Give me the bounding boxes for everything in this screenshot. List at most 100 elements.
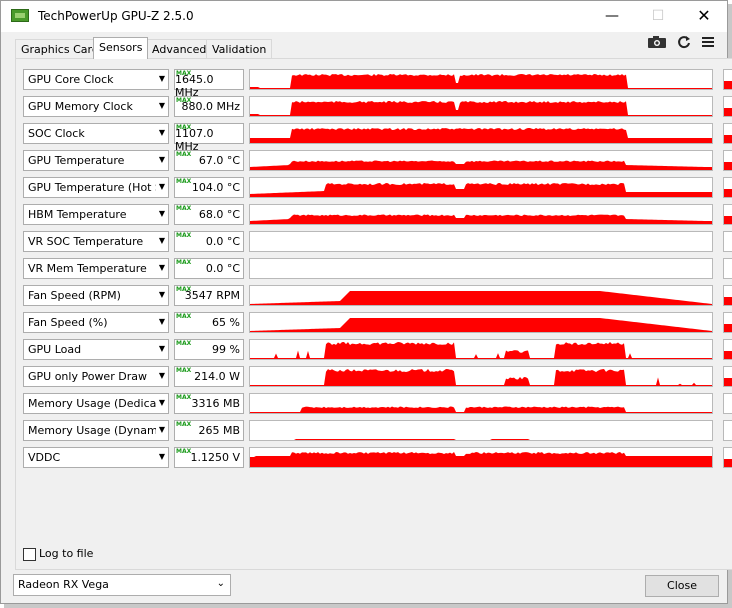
- log-to-file-checkbox[interactable]: [23, 548, 36, 561]
- max-badge: MAX: [176, 394, 192, 401]
- sensor-graph: [249, 231, 713, 252]
- sensor-graph: [249, 339, 713, 360]
- sensor-name-select[interactable]: GPU Temperature ▼: [23, 150, 169, 171]
- sensor-graph: [249, 204, 713, 225]
- gpu-select[interactable]: Radeon RX Vega ⌄: [13, 574, 231, 596]
- sensor-name-select[interactable]: HBM Temperature ▼: [23, 204, 169, 225]
- gpuz-window: TechPowerUp GPU-Z 2.5.0 — ☐ ✕ Graphics C…: [0, 0, 732, 604]
- sensor-name-select[interactable]: VR Mem Temperature ▼: [23, 258, 169, 279]
- sensor-name-select[interactable]: GPU Memory Clock ▼: [23, 96, 169, 117]
- sensor-graph: [249, 96, 713, 117]
- sensor-value: MAX 3547 RPM: [174, 285, 244, 306]
- dropdown-arrow-icon: ▼: [158, 236, 165, 245]
- sensor-value-text: 880.0 MHz: [181, 100, 240, 113]
- tab-advanced[interactable]: Advanced: [146, 39, 213, 59]
- sensor-value: MAX 99 %: [174, 339, 244, 360]
- sensor-name-select[interactable]: VR SOC Temperature ▼: [23, 231, 169, 252]
- sensor-name: Fan Speed (RPM): [28, 289, 121, 302]
- sensor-graph: [249, 420, 713, 441]
- sensor-graph-overflow: [723, 204, 732, 225]
- sensor-graph-overflow: [723, 123, 732, 144]
- sensor-value-text: 0.0 °C: [205, 235, 240, 248]
- sensor-name: SOC Clock: [28, 127, 85, 140]
- sensor-graph-area: [250, 291, 712, 305]
- sensor-graph-overflow: [723, 177, 732, 198]
- sensor-name-select[interactable]: VDDC ▼: [23, 447, 169, 468]
- sensor-graph-area: [250, 452, 712, 467]
- sensor-graph-overflow: [723, 69, 732, 90]
- title-bar[interactable]: TechPowerUp GPU-Z 2.5.0 — ☐ ✕: [1, 1, 727, 32]
- sensor-name-select[interactable]: Memory Usage (Dedicated) ▼: [23, 393, 169, 414]
- max-badge: MAX: [176, 448, 192, 455]
- gpu-select-value: Radeon RX Vega: [18, 578, 109, 591]
- sensor-graph-overflow: [723, 393, 732, 414]
- dropdown-arrow-icon: ▼: [158, 182, 165, 191]
- sensor-name-select[interactable]: GPU Temperature (Hot Spot) ▼: [23, 177, 169, 198]
- sensor-name-select[interactable]: GPU Core Clock ▼: [23, 69, 169, 90]
- tab-sensors[interactable]: Sensors: [93, 37, 149, 59]
- tab-graphics-card[interactable]: Graphics Card: [15, 39, 105, 59]
- max-badge: MAX: [176, 421, 192, 428]
- sensor-name: GPU Core Clock: [28, 73, 114, 86]
- dropdown-arrow-icon: ▼: [158, 209, 165, 218]
- sensor-graph-overflow: [723, 150, 732, 171]
- sensor-value: MAX 67.0 °C: [174, 150, 244, 171]
- close-icon[interactable]: ✕: [681, 5, 727, 27]
- sensor-name-select[interactable]: SOC Clock ▼: [23, 123, 169, 144]
- sensor-value-text: 99 %: [212, 343, 240, 356]
- sensor-name: GPU Memory Clock: [28, 100, 133, 113]
- sensor-graph-overflow: [723, 96, 732, 117]
- sensor-graph-overflow: [723, 258, 732, 279]
- sensor-name-select[interactable]: Fan Speed (%) ▼: [23, 312, 169, 333]
- sensor-value-text: 68.0 °C: [198, 208, 240, 221]
- sensor-value-text: 104.0 °C: [191, 181, 240, 194]
- max-badge: MAX: [176, 151, 192, 158]
- tab-validation[interactable]: Validation: [206, 39, 273, 59]
- max-badge: MAX: [176, 259, 192, 266]
- dropdown-arrow-icon: ▼: [158, 317, 165, 326]
- sensor-value-text: 67.0 °C: [198, 154, 240, 167]
- dropdown-arrow-icon: ▼: [158, 398, 165, 407]
- dropdown-arrow-icon: ▼: [158, 263, 165, 272]
- sensor-name: GPU Load: [28, 343, 82, 356]
- refresh-icon[interactable]: [677, 35, 691, 53]
- dropdown-arrow-icon: ▼: [158, 155, 165, 164]
- sensor-graph-area: [250, 318, 712, 332]
- sensor-graph-overflow: [723, 339, 732, 360]
- close-button[interactable]: Close: [645, 575, 719, 597]
- sensor-value-text: 1.1250 V: [190, 451, 240, 464]
- sensor-value: MAX 1107.0 MHz: [174, 123, 244, 153]
- sensor-value: MAX 214.0 W: [174, 366, 244, 387]
- sensor-graph-overflow: [723, 447, 732, 468]
- sensor-value: MAX 68.0 °C: [174, 204, 244, 225]
- dropdown-arrow-icon: ▼: [158, 101, 165, 110]
- dropdown-arrow-icon: ▼: [158, 425, 165, 434]
- max-badge: MAX: [176, 340, 192, 347]
- sensor-value: MAX 1645.0 MHz: [174, 69, 244, 99]
- sensor-value: MAX 0.0 °C: [174, 231, 244, 252]
- sensor-value: MAX 0.0 °C: [174, 258, 244, 279]
- camera-icon[interactable]: [647, 35, 667, 53]
- max-badge: MAX: [176, 313, 192, 320]
- sensor-value: MAX 3316 MB: [174, 393, 244, 414]
- sensor-name-select[interactable]: GPU only Power Draw ▼: [23, 366, 169, 387]
- sensor-value-text: 0.0 °C: [205, 262, 240, 275]
- sensor-name-select[interactable]: Memory Usage (Dynamic) ▼: [23, 420, 169, 441]
- sensor-graph-area: [250, 74, 712, 89]
- sensor-name-select[interactable]: Fan Speed (RPM) ▼: [23, 285, 169, 306]
- sensor-value-text: 65 %: [212, 316, 240, 329]
- window-title: TechPowerUp GPU-Z 2.5.0: [38, 9, 194, 23]
- sensor-value-text: 3547 RPM: [184, 289, 240, 302]
- sensor-graph-area: [250, 369, 712, 386]
- sensor-value-text: 3316 MB: [191, 397, 240, 410]
- menu-icon[interactable]: [701, 35, 715, 53]
- sensor-name: Memory Usage (Dedicated): [28, 397, 156, 410]
- maximize-icon[interactable]: ☐: [635, 5, 681, 27]
- sensor-value: MAX 1.1250 V: [174, 447, 244, 468]
- sensor-name-select[interactable]: GPU Load ▼: [23, 339, 169, 360]
- sensor-graph-area: [250, 406, 712, 413]
- minimize-icon[interactable]: —: [589, 5, 635, 27]
- max-badge: MAX: [176, 178, 192, 185]
- sensor-graph-area: [250, 183, 712, 197]
- sensor-name: Fan Speed (%): [28, 316, 108, 329]
